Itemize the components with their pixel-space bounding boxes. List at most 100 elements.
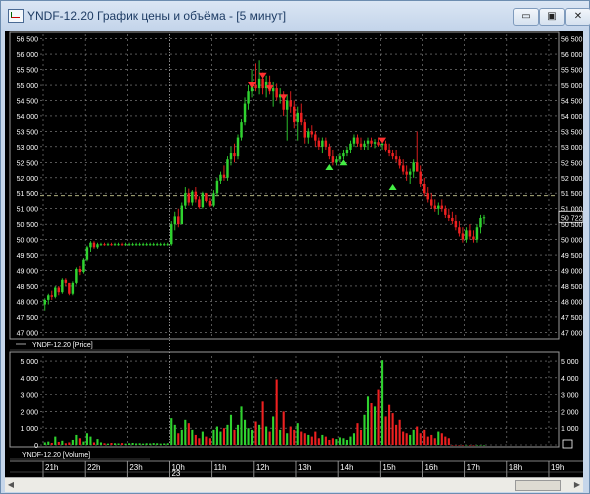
volume-bar — [289, 426, 292, 445]
volume-bar — [201, 431, 204, 445]
candle-body — [50, 295, 54, 297]
candle-body — [437, 205, 440, 209]
volume-bar — [282, 411, 285, 445]
candle-body — [240, 122, 243, 138]
candle-body — [103, 244, 106, 246]
volume-bar — [177, 433, 180, 445]
candle-body — [106, 244, 110, 246]
chart-app-icon — [8, 9, 24, 23]
volume-bar — [342, 438, 345, 445]
chart-window: YNDF-12.20 График цены и объёма - [5 мин… — [0, 0, 590, 494]
volume-bar — [215, 426, 218, 445]
candle-body — [401, 165, 405, 172]
price-tick-label-right: 54 000 — [561, 114, 583, 121]
candle-body — [335, 159, 338, 163]
price-tick-label-right: 56 000 — [561, 52, 583, 59]
candle-body — [208, 200, 212, 206]
candle-body — [141, 244, 145, 246]
candle-body — [310, 131, 314, 135]
candle-body — [433, 205, 437, 209]
candle-body — [317, 140, 321, 147]
candle-body — [205, 193, 208, 201]
volume-scale-box-icon — [562, 439, 573, 449]
volume-tick-label: 5 000 — [20, 359, 38, 366]
volume-bar — [454, 445, 457, 446]
price-tick-label: 53 500 — [17, 129, 39, 136]
volume-bar — [61, 440, 64, 445]
price-tick-label: 55 000 — [17, 83, 39, 90]
candle-body — [61, 279, 64, 293]
candle-body — [451, 217, 454, 222]
volume-bar — [113, 443, 117, 445]
price-tick-label: 51 000 — [17, 207, 39, 214]
volume-bar — [43, 442, 46, 445]
price-tick-label: 47 000 — [17, 330, 39, 337]
candle-body — [440, 205, 444, 209]
candle-body — [275, 88, 278, 98]
volume-bar — [349, 436, 352, 445]
volume-bar — [472, 445, 475, 446]
price-tick-label-right: 49 500 — [561, 253, 583, 260]
volume-bar — [352, 433, 356, 445]
volume-bar — [173, 424, 176, 445]
candle-body — [124, 244, 127, 246]
volume-bar — [145, 443, 148, 445]
candle-body — [47, 295, 50, 300]
candle-body — [261, 78, 264, 89]
candle-body — [289, 100, 292, 107]
volume-bar — [128, 443, 131, 445]
candle-body — [461, 233, 465, 240]
volume-bar — [307, 434, 310, 445]
price-tick-label: 47 500 — [17, 315, 39, 322]
price-tick-label: 55 500 — [17, 68, 39, 75]
volume-bar — [366, 396, 370, 445]
price-volume-chart[interactable]: 56 500 56 500 56 000 56 000 55 500 55 500 55 0… — [5, 31, 583, 477]
candle-body — [226, 159, 229, 178]
title-bar[interactable]: YNDF-12.20 График цены и объёма - [5 мин… — [1, 1, 590, 31]
candle-body — [127, 244, 131, 246]
candle-body — [243, 103, 247, 123]
close-button[interactable]: ✕ — [565, 8, 590, 26]
volume-bar — [465, 445, 468, 446]
candle-body — [222, 174, 226, 178]
scroll-left-arrow-icon[interactable]: ◀ — [5, 478, 17, 491]
candle-body — [173, 216, 176, 225]
minimize-button[interactable]: ▭ — [513, 8, 539, 26]
scroll-right-arrow-icon[interactable]: ▶ — [571, 478, 583, 491]
volume-bar — [89, 436, 92, 445]
volume-bar — [461, 445, 464, 446]
candle-body — [92, 242, 96, 248]
candle-body — [377, 142, 380, 146]
candle-body — [148, 244, 152, 246]
maximize-button[interactable]: ▣ — [539, 8, 565, 26]
volume-bar — [335, 439, 338, 445]
volume-bar — [405, 433, 408, 445]
candle-body — [426, 193, 429, 200]
candle-body — [233, 153, 236, 157]
volume-tick-label-right: 3 000 — [561, 393, 579, 400]
price-tick-label: 51 500 — [17, 191, 39, 198]
candle-body — [380, 143, 384, 146]
scrollbar-thumb[interactable] — [515, 480, 561, 491]
volume-legend: YNDF-12.20 [Volume] — [22, 452, 90, 459]
chart-area[interactable]: 56 500 56 500 56 000 56 000 55 500 55 500 55 0… — [5, 31, 583, 477]
candle-body — [110, 244, 113, 246]
candle-body — [331, 156, 335, 163]
volume-tick-label-right: 4 000 — [561, 376, 579, 383]
candle-body — [145, 244, 148, 246]
candle-body — [398, 159, 401, 166]
horizontal-scrollbar[interactable]: ◀ ▶ — [5, 477, 583, 492]
volume-bar — [402, 431, 405, 445]
candle-body — [43, 299, 46, 305]
volume-bar — [458, 445, 461, 446]
volume-bar — [468, 445, 471, 446]
volume-bar — [75, 434, 78, 445]
time-axis-label: 13h — [298, 463, 311, 472]
price-tick-label: 50 500 — [17, 222, 39, 229]
volume-bar — [142, 443, 145, 445]
price-tick-label: 53 000 — [17, 145, 39, 152]
volume-bar — [328, 439, 331, 445]
candle-body — [212, 193, 215, 206]
volume-bar — [219, 431, 222, 445]
volume-bar — [191, 429, 194, 445]
